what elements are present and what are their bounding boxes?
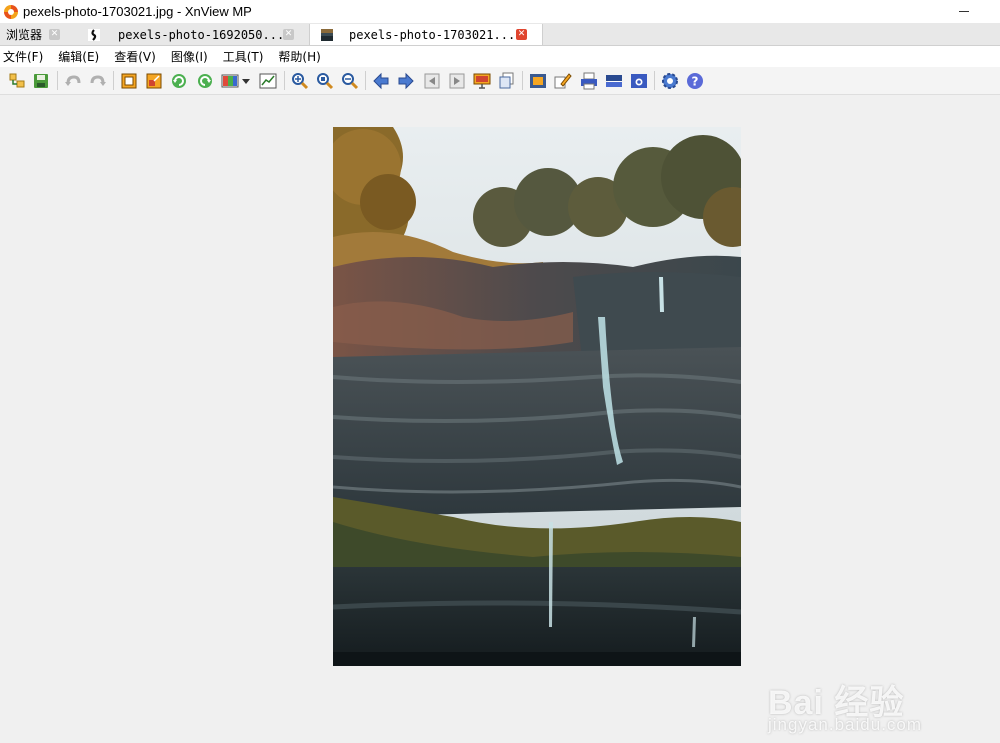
tab-image-1692050[interactable]: pexels-photo-1692050... ✕ — [80, 24, 300, 45]
tab-label: pexels-photo-1692050... — [118, 27, 285, 42]
edit-pencil-icon[interactable] — [553, 71, 573, 91]
menu-image[interactable]: 图像(I) — [170, 48, 209, 65]
toolbar-separator — [284, 71, 285, 90]
zoom-fit-icon[interactable] — [315, 71, 335, 91]
screenshot-icon[interactable] — [629, 71, 649, 91]
menu-file[interactable]: 文件(F) — [2, 48, 44, 65]
rotate-right-icon[interactable] — [195, 71, 215, 91]
toolbar-separator — [113, 71, 114, 90]
first-page-icon[interactable] — [422, 71, 442, 91]
redo-icon[interactable] — [88, 71, 108, 91]
toolbar-separator — [522, 71, 523, 90]
tab-browser[interactable]: 浏览器 ✕ — [0, 24, 70, 45]
image-viewer[interactable]: Bai 经验 jingyan.baidu.com — [0, 95, 1000, 734]
open-folder-icon[interactable] — [7, 71, 27, 91]
print-icon[interactable] — [579, 71, 599, 91]
minimize-button[interactable] — [956, 4, 972, 18]
title-bar: pexels-photo-1703021.jpg - XnView MP — [0, 0, 1000, 23]
copy-icon[interactable] — [497, 71, 517, 91]
image-thumbnail-icon — [321, 28, 333, 41]
zoom-in-icon[interactable] — [290, 71, 310, 91]
scanner-icon[interactable] — [604, 71, 624, 91]
tab-label: pexels-photo-1703021... — [349, 27, 516, 42]
image-thumbnail-icon — [88, 28, 100, 41]
crop-icon[interactable] — [119, 71, 139, 91]
histogram-icon[interactable] — [258, 71, 278, 91]
tab-image-1703021[interactable]: pexels-photo-1703021... ✕ — [309, 24, 543, 45]
baidu-jingyan-watermark: Bai 经验 jingyan.baidu.com — [768, 653, 958, 743]
toolbar-separator — [57, 71, 58, 90]
last-page-icon[interactable] — [447, 71, 467, 91]
toolbar-separator — [654, 71, 655, 90]
tab-close-icon[interactable]: ✕ — [49, 29, 60, 40]
tab-bar: 浏览器 ✕ pexels-photo-1692050... ✕ pexels-p… — [0, 23, 1000, 46]
menu-view[interactable]: 查看(V) — [113, 48, 157, 65]
watermark-url: jingyan.baidu.com — [768, 715, 923, 734]
fullscreen-icon[interactable] — [528, 71, 548, 91]
slideshow-icon[interactable] — [472, 71, 492, 91]
save-icon[interactable] — [31, 71, 51, 91]
toolbar: ? — [0, 67, 1000, 95]
waterfall-photo — [333, 127, 741, 666]
minimize-icon — [959, 10, 969, 12]
tab-close-icon[interactable]: ✕ — [516, 29, 527, 40]
next-arrow-icon[interactable] — [396, 71, 416, 91]
menu-bar: 文件(F) 编辑(E) 查看(V) 图像(I) 工具(T) 帮助(H) — [0, 46, 1000, 67]
settings-gear-icon[interactable] — [660, 71, 680, 91]
toolbar-separator — [365, 71, 366, 90]
resize-icon[interactable] — [144, 71, 164, 91]
xnview-logo-icon — [3, 4, 19, 20]
watermark-logo: Bai 经验 — [768, 684, 905, 722]
zoom-out-icon[interactable] — [340, 71, 360, 91]
undo-icon[interactable] — [63, 71, 83, 91]
tab-label: 浏览器 — [6, 28, 43, 42]
menu-help[interactable]: 帮助(H) — [277, 48, 321, 65]
help-icon[interactable]: ? — [685, 71, 705, 91]
tab-close-icon[interactable]: ✕ — [283, 29, 294, 40]
rotate-left-icon[interactable] — [169, 71, 189, 91]
menu-tools[interactable]: 工具(T) — [222, 48, 265, 65]
chevron-down-icon[interactable] — [240, 71, 252, 91]
window-title: pexels-photo-1703021.jpg - XnView MP — [23, 4, 252, 19]
color-adjust-icon[interactable] — [220, 71, 240, 91]
menu-edit[interactable]: 编辑(E) — [57, 48, 100, 65]
svg-text:?: ? — [692, 75, 699, 89]
previous-arrow-icon[interactable] — [371, 71, 391, 91]
